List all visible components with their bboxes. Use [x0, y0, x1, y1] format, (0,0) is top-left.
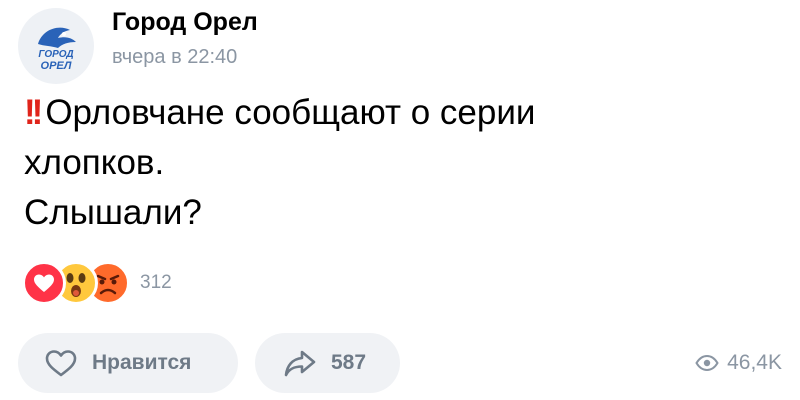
author-name[interactable]: Город Орел [112, 8, 258, 37]
share-arrow-icon [284, 350, 316, 377]
double-exclamation-icon: !! [24, 93, 43, 132]
share-button[interactable]: 587 [255, 333, 400, 393]
post-text-line: !! Орловчане сообщают о серии [24, 88, 764, 138]
post-text: !! Орловчане сообщают о серии хлопков. Сл… [24, 88, 764, 238]
eye-icon [695, 355, 719, 371]
post-text-line-1: Орловчане сообщают о серии [45, 93, 536, 132]
post-text-line-2: хлопков. [24, 143, 165, 182]
avatar[interactable]: ГОРОД ОРЕЛ [18, 8, 94, 84]
post-card: ГОРОД ОРЕЛ Город Орел вчера в 22:40 !! Ор… [0, 0, 800, 400]
views-count: 46,4K [727, 351, 782, 374]
share-count: 587 [331, 351, 367, 374]
heart-reaction-icon [22, 261, 66, 305]
reactions-summary[interactable]: 312 [22, 260, 172, 306]
views-counter: 46,4K [695, 345, 782, 381]
logo-text-bottom: ОРЕЛ [41, 60, 72, 72]
reaction-count: 312 [140, 272, 172, 293]
post-text-line-3: Слышали? [24, 193, 202, 232]
post-timestamp[interactable]: вчера в 22:40 [112, 46, 237, 69]
like-label: Нравится [92, 351, 192, 374]
heart-outline-icon [45, 350, 77, 377]
eagle-logo-icon: ГОРОД ОРЕЛ [38, 27, 76, 72]
like-button[interactable]: Нравится [18, 333, 238, 393]
logo-text-top: ГОРОД [38, 49, 73, 60]
